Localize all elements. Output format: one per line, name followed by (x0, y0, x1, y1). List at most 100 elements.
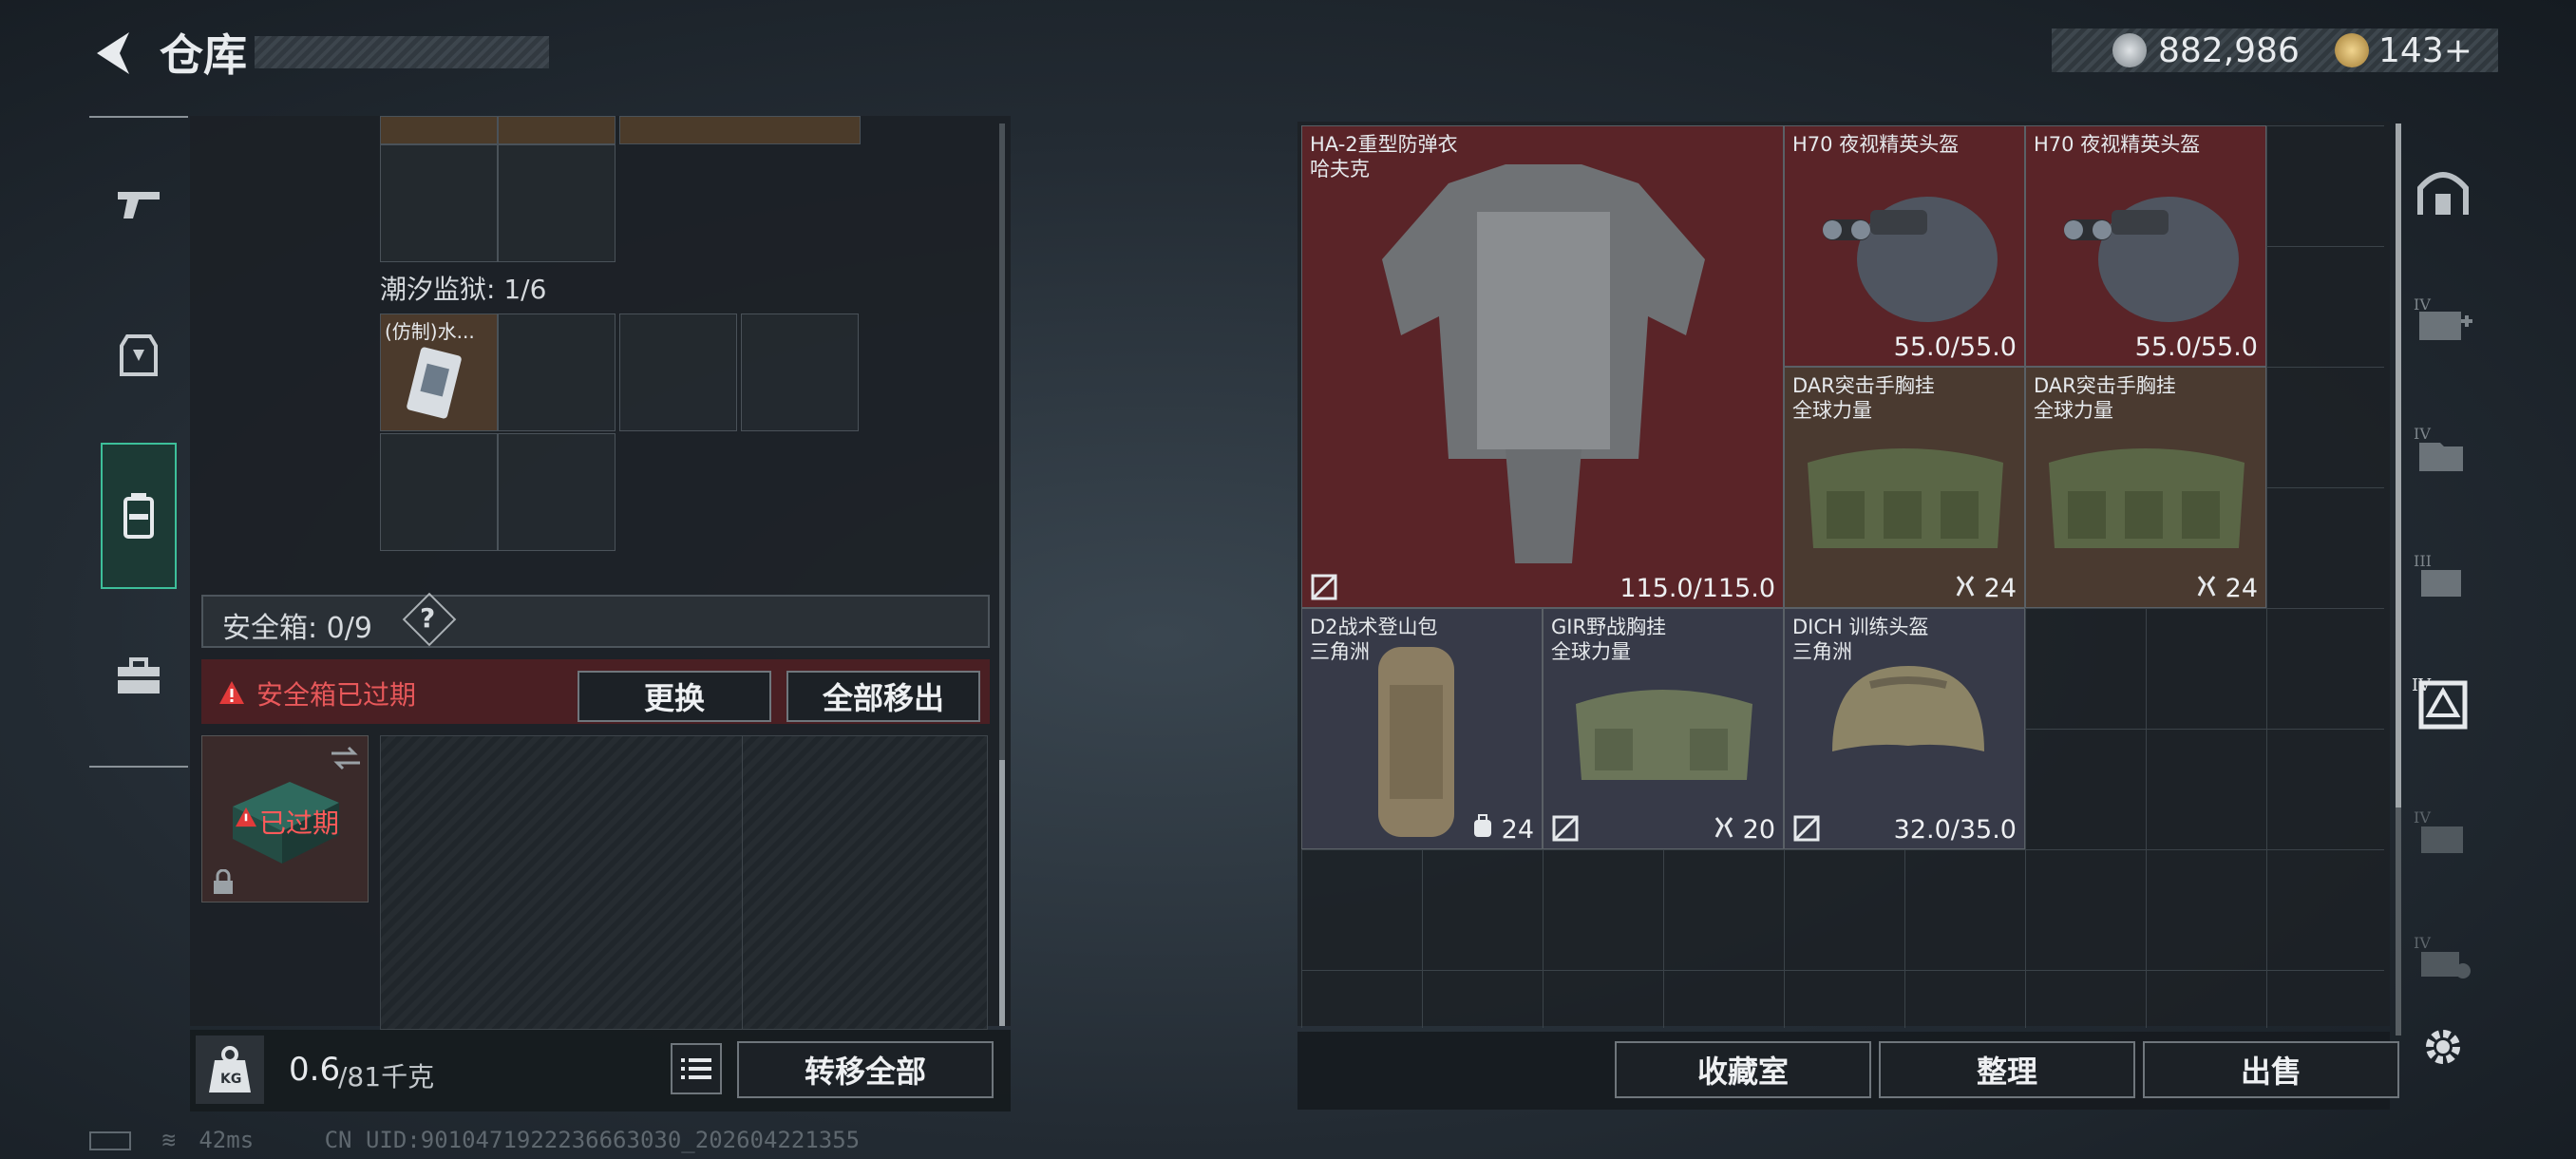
weight-icon: KG (196, 1036, 264, 1104)
stash-scrollbar-thumb[interactable] (2396, 124, 2401, 808)
safe-box-label: 安全箱: 0/9 (222, 612, 372, 645)
currency-amount: 882,986 (2158, 31, 2300, 70)
item-durability: 55.0/55.0 (2134, 332, 2258, 362)
item-durability: 32.0/35.0 (1893, 815, 2017, 845)
chest-rig-icon (1808, 448, 2003, 548)
item-name: GIR野战胸挂 全球力量 (1551, 616, 1667, 663)
ping-value: 42ms (199, 1127, 255, 1153)
item-capacity: 20 (1742, 815, 1775, 845)
safe-box-tile[interactable]: 已过期 (201, 735, 369, 902)
grid-cell[interactable] (498, 116, 616, 144)
svg-text:IV: IV (2414, 808, 2431, 826)
stash-item-chest-rig[interactable]: DAR突击手胸挂 全球力量 24 (1784, 367, 2025, 608)
stash-item-helmet[interactable]: DICH 训练头盔 三角洲 32.0/35.0 (1784, 608, 2025, 849)
case-icon (123, 493, 154, 539)
side-tab-bar (89, 116, 188, 768)
grid-cell[interactable] (498, 433, 616, 551)
weight-capacity: /81千克 (338, 1061, 435, 1092)
settings-gear-icon[interactable] (2409, 1013, 2477, 1081)
svg-text:IV: IV (2414, 425, 2431, 443)
stash-item-chest-rig[interactable]: GIR野战胸挂 全球力量 20 (1543, 608, 1784, 849)
grid-cell[interactable] (619, 116, 861, 144)
svg-text:IV: IV (2414, 934, 2431, 952)
safe-box-header: 安全箱: 0/9 ? (201, 592, 990, 648)
weight-value: 0.6 (289, 1051, 341, 1089)
grid-cell[interactable] (498, 144, 616, 262)
title-decoration (255, 36, 549, 68)
capacity-icon (2197, 576, 2216, 597)
item-capacity: 24 (1501, 815, 1534, 845)
item-name: DAR突击手胸挂 全球力量 (1792, 374, 1935, 422)
grid-cell[interactable] (380, 433, 498, 551)
stash-item-armor[interactable]: HA-2重型防弹衣 哈夫克 115.0/115.0 (1301, 125, 1784, 608)
tidal-item-slot[interactable]: (仿制)水... (380, 314, 498, 431)
backpack-capacity-icon (1474, 814, 1491, 837)
lock-icon (214, 869, 233, 894)
box-expired-label: 已过期 (259, 808, 340, 839)
toolbox-icon (118, 657, 160, 694)
stash-page-iv-3-icon[interactable]: IV (2409, 798, 2477, 866)
item-name: DAR突击手胸挂 全球力量 (2034, 374, 2176, 422)
item-durability: 55.0/55.0 (1893, 332, 2017, 362)
gold-coin-icon (2335, 33, 2369, 67)
capacity-icon (1956, 576, 1975, 597)
night-vision-helmet-icon (1823, 197, 1998, 322)
safe-box-slots[interactable] (380, 735, 988, 1030)
stash-page-iv-2-icon[interactable]: IV (2409, 414, 2477, 483)
wifi-icon: ≋ (161, 1127, 176, 1153)
grid-cell[interactable] (741, 314, 859, 431)
swap-icon (331, 746, 360, 770)
warning-icon (219, 681, 244, 704)
tidal-item-name: (仿制)水... (385, 320, 475, 343)
item-capacity: 24 (1983, 574, 2017, 603)
gun-icon (118, 192, 160, 218)
stash-item-chest-rig[interactable]: DAR突击手胸挂 全球力量 24 (2025, 367, 2266, 608)
capacity-icon (1714, 817, 1733, 838)
expired-warning-text: 安全箱已过期 (256, 679, 417, 711)
tab-containers[interactable] (101, 443, 177, 589)
item-name: H70 夜视精英头盔 (2034, 133, 2201, 156)
stash-item-backpack[interactable]: D2战术登山包 三角洲 24 (1301, 608, 1543, 849)
premium-currency-amount[interactable]: 143+ (2378, 31, 2472, 70)
grid-cell[interactable] (498, 314, 616, 431)
stash-page-iv-1-icon[interactable]: IV (2409, 285, 2477, 353)
svg-text:IV: IV (2414, 295, 2431, 314)
no-repair-icon (1552, 815, 1579, 842)
help-question: ? (420, 602, 436, 634)
back-arrow-icon[interactable] (84, 25, 141, 82)
list-view-button[interactable] (671, 1043, 722, 1094)
stash-page-iv-4-icon[interactable]: IV (2409, 923, 2477, 992)
collection-room-button[interactable]: 收藏室 (1615, 1041, 1871, 1098)
grid-cell[interactable] (380, 116, 498, 144)
grid-cell[interactable] (619, 314, 737, 431)
no-repair-icon (1793, 815, 1820, 842)
sort-button[interactable]: 整理 (1879, 1041, 2135, 1098)
battery-icon (89, 1131, 131, 1150)
night-vision-helmet-icon (2064, 197, 2239, 322)
item-name: H70 夜视精英头盔 (1792, 133, 1960, 156)
card-item-icon (407, 347, 462, 419)
tab-toolbox[interactable] (101, 629, 177, 724)
sell-button[interactable]: 出售 (2143, 1041, 2399, 1098)
training-helmet-icon (1832, 666, 1984, 751)
left-scrollbar-thumb[interactable] (999, 760, 1005, 1026)
grid-cell[interactable] (380, 144, 498, 262)
transfer-all-button[interactable]: 转移全部 (737, 1041, 994, 1098)
stash-page-iii-icon[interactable]: III (2409, 542, 2477, 610)
chest-rig-icon (2049, 448, 2245, 548)
expired-warning-bar: 安全箱已过期 更换 全部移出 (201, 659, 990, 724)
item-durability: 115.0/115.0 (1619, 574, 1775, 603)
replace-button[interactable]: 更换 (578, 671, 771, 722)
move-all-out-button[interactable]: 全部移出 (786, 671, 980, 722)
expired-warning-icon (236, 807, 256, 827)
stash-page-iv-active-icon[interactable]: IV (2409, 669, 2477, 737)
tab-equipment[interactable] (101, 308, 177, 403)
chest-rig-icon (1576, 690, 1752, 780)
silver-coin-icon (2112, 33, 2147, 67)
stash-item-helmet[interactable]: H70 夜视精英头盔 55.0/55.0 (1784, 125, 2025, 367)
currency-bar: 882,986 143+ (2052, 28, 2498, 72)
item-capacity: 24 (2225, 574, 2258, 603)
stash-item-helmet[interactable]: H70 夜视精英头盔 55.0/55.0 (2025, 125, 2266, 367)
tab-weapons[interactable] (101, 158, 177, 253)
stash-page-home-icon[interactable] (2409, 158, 2477, 226)
